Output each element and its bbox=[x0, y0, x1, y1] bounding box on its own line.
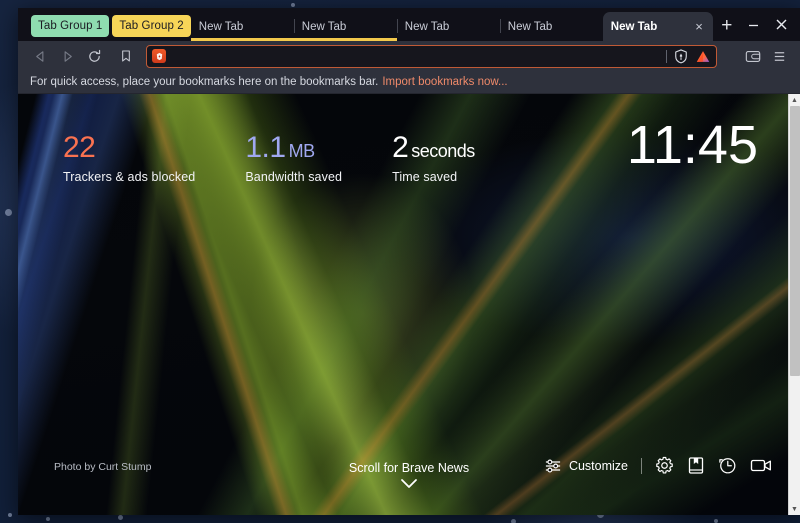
page-scrollbar[interactable]: ▲ ▼ bbox=[788, 94, 800, 515]
forward-button[interactable] bbox=[55, 44, 80, 68]
minimize-button[interactable] bbox=[740, 12, 766, 36]
stat-value: 22 bbox=[63, 132, 195, 164]
chevron-down-icon[interactable] bbox=[399, 477, 419, 495]
import-bookmarks-link[interactable]: Import bookmarks now... bbox=[382, 76, 507, 88]
tab-new-tab-1[interactable]: New Tab bbox=[190, 13, 294, 41]
stat-bandwidth-saved: 1.1 MB Bandwidth saved bbox=[245, 132, 342, 184]
settings-button[interactable] bbox=[655, 456, 674, 475]
tab-label: New Tab bbox=[610, 20, 658, 33]
wallpaper-dot bbox=[291, 3, 295, 7]
urlbar-divider bbox=[666, 49, 667, 63]
reload-button[interactable] bbox=[82, 44, 107, 68]
back-button[interactable] bbox=[28, 44, 53, 68]
wallpaper-dot bbox=[5, 209, 12, 216]
tab-label: New Tab bbox=[404, 21, 450, 33]
sliders-icon bbox=[544, 458, 562, 474]
scrollbar-up-arrow[interactable]: ▲ bbox=[789, 94, 800, 106]
wallpaper-dot bbox=[8, 513, 12, 517]
tab-group-2-label: Tab Group 2 bbox=[119, 20, 184, 32]
stat-trackers-blocked: 22 Trackers & ads blocked bbox=[63, 132, 195, 184]
browser-menu-button[interactable] bbox=[767, 44, 792, 68]
close-window-button[interactable] bbox=[768, 12, 794, 36]
customize-button[interactable]: Customize bbox=[544, 458, 628, 474]
stat-time-saved: 2 seconds Time saved bbox=[392, 132, 475, 184]
new-tab-page: 22 Trackers & ads blocked 1.1 MB Bandwidt… bbox=[18, 94, 800, 515]
brave-rewards-icon[interactable] bbox=[695, 49, 711, 64]
tab-separator bbox=[293, 19, 295, 33]
toolbar-divider bbox=[641, 457, 642, 474]
stat-number: 2 bbox=[392, 131, 409, 164]
privacy-stats: 22 Trackers & ads blocked 1.1 MB Bandwidt… bbox=[63, 132, 475, 184]
wallpaper-dot bbox=[511, 519, 516, 523]
stat-label: Time saved bbox=[392, 169, 458, 184]
tab-label: New Tab bbox=[198, 21, 244, 33]
address-bar[interactable] bbox=[146, 44, 717, 68]
stat-value: 2 seconds bbox=[392, 132, 475, 164]
scrollbar-down-arrow[interactable]: ▼ bbox=[789, 503, 800, 515]
scrollbar-track[interactable] bbox=[789, 106, 800, 503]
minimize-icon bbox=[748, 24, 758, 26]
stat-label: Trackers & ads blocked bbox=[63, 169, 196, 184]
tab-group-1-label: Tab Group 1 bbox=[38, 20, 103, 32]
bookmarks-button[interactable] bbox=[687, 456, 705, 475]
history-clock-icon bbox=[719, 458, 736, 474]
tab-new-tab-4[interactable]: New Tab bbox=[499, 13, 603, 41]
clock-widget: 11:45 bbox=[626, 115, 758, 175]
tab-new-tab-5-active[interactable]: New Tab × bbox=[602, 12, 713, 41]
new-tab-button[interactable]: + bbox=[713, 12, 741, 40]
close-icon bbox=[776, 19, 786, 29]
bookmarks-bar-message: For quick access, place your bookmarks h… bbox=[30, 76, 379, 88]
bookmark-icon bbox=[121, 50, 130, 62]
tab-group-1-chip[interactable]: Tab Group 1 bbox=[31, 15, 110, 37]
tab-strip: Tab Group 1 Tab Group 2 New Tab New Tab … bbox=[18, 8, 800, 41]
gear-icon bbox=[656, 456, 673, 474]
bookmarks-bar: For quick access, place your bookmarks h… bbox=[18, 71, 800, 94]
forward-arrow-icon bbox=[64, 50, 72, 62]
wallpaper-dot bbox=[46, 517, 50, 521]
brave-wallet-button[interactable] bbox=[740, 44, 765, 68]
history-button[interactable] bbox=[718, 456, 737, 475]
wallpaper-dot bbox=[118, 515, 123, 520]
tab-label: New Tab bbox=[301, 21, 347, 33]
stat-number: 1.1 bbox=[245, 131, 286, 164]
wallpaper-dot bbox=[714, 519, 718, 523]
stat-number: 22 bbox=[63, 131, 96, 164]
navigation-toolbar bbox=[18, 41, 800, 71]
window-controls bbox=[740, 12, 794, 36]
scroll-news-label: Scroll for Brave News bbox=[348, 461, 470, 475]
desktop-background: Tab Group 1 Tab Group 2 New Tab New Tab … bbox=[0, 0, 800, 523]
customize-label: Customize bbox=[568, 458, 628, 473]
new-tab-page-toolbar: Customize bbox=[544, 456, 772, 475]
stat-unit: MB bbox=[288, 141, 316, 161]
tab-group-2-chip[interactable]: Tab Group 2 bbox=[112, 15, 191, 37]
tab-close-icon[interactable]: × bbox=[693, 20, 705, 33]
tab-new-tab-3[interactable]: New Tab bbox=[396, 13, 500, 41]
photo-credit: Photo by Curt Stump bbox=[54, 461, 152, 473]
tab-new-tab-2[interactable]: New Tab bbox=[293, 13, 397, 41]
plus-icon: + bbox=[721, 15, 733, 36]
stat-label: Bandwidth saved bbox=[245, 169, 343, 184]
bookmark-button[interactable] bbox=[113, 44, 138, 68]
url-input[interactable] bbox=[170, 50, 659, 62]
browser-window: Tab Group 1 Tab Group 2 New Tab New Tab … bbox=[18, 8, 800, 515]
reload-icon bbox=[89, 49, 101, 62]
back-arrow-icon bbox=[36, 50, 44, 62]
brave-wallet-icon bbox=[745, 50, 760, 62]
video-camera-icon bbox=[750, 459, 771, 472]
brave-talk-button[interactable] bbox=[750, 457, 772, 474]
hamburger-menu-icon bbox=[774, 51, 785, 61]
brave-shields-icon[interactable] bbox=[674, 48, 688, 64]
tab-label: New Tab bbox=[507, 21, 553, 33]
tab-separator bbox=[396, 19, 398, 33]
stat-value: 1.1 MB bbox=[245, 132, 342, 164]
tab-separator bbox=[499, 19, 501, 33]
brave-lion-icon bbox=[152, 49, 166, 63]
scrollbar-thumb[interactable] bbox=[789, 106, 800, 376]
bookmarks-book-icon bbox=[688, 457, 704, 474]
stat-unit: seconds bbox=[411, 141, 475, 161]
